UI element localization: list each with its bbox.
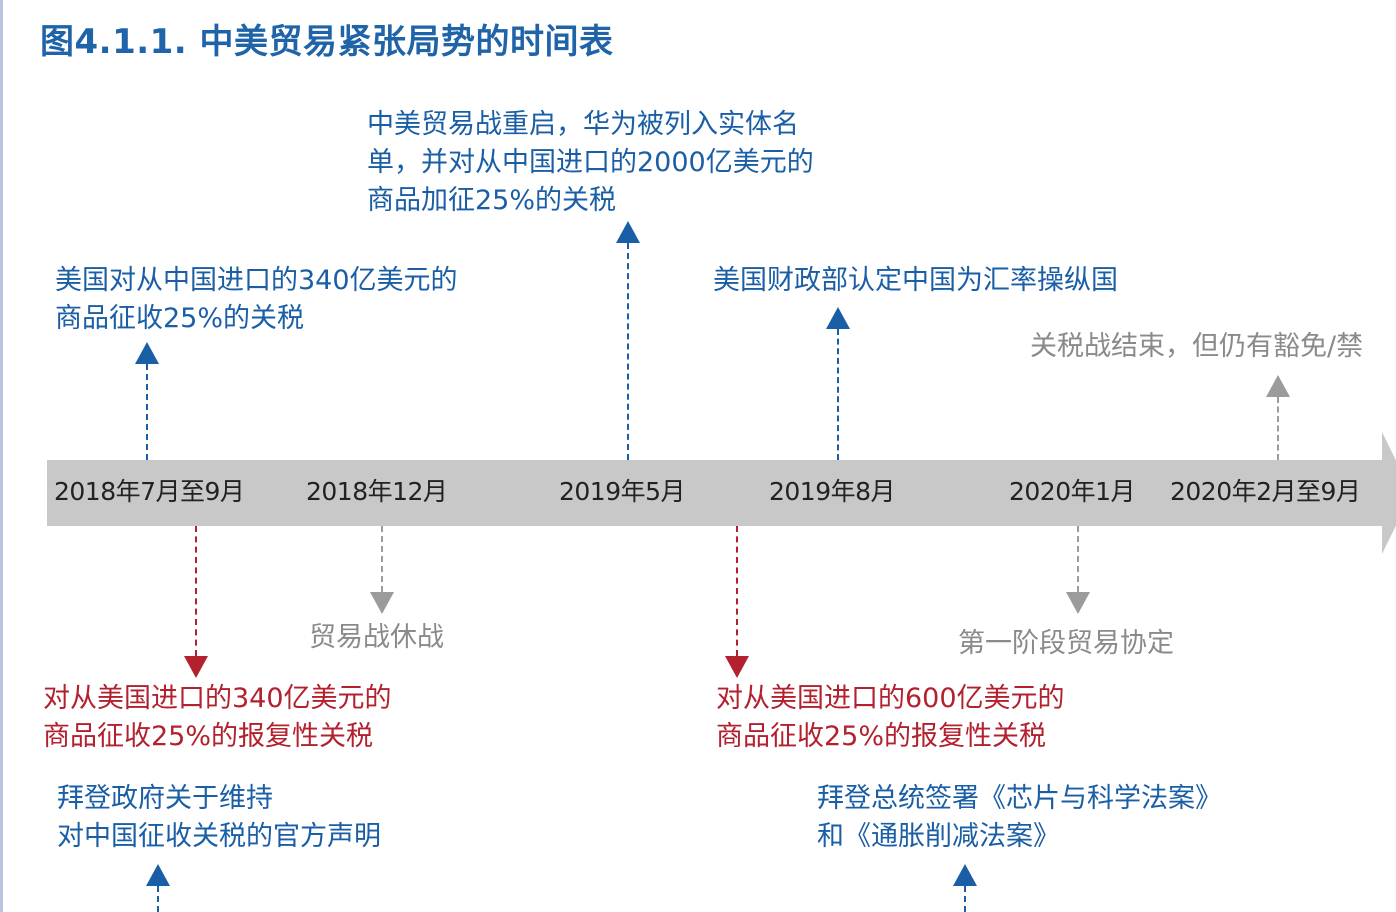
event-line: 第一阶段贸易协定 xyxy=(958,628,1174,659)
event-line: 美国对从中国进口的340亿美元的 xyxy=(55,265,458,296)
timeline-figure: 图4.1.1. 中美贸易紧张局势的时间表 美国对从中国进口的340亿美元的 商品… xyxy=(0,0,1396,912)
date-2020-feb-sep: 2020年2月至9月 xyxy=(1170,477,1361,506)
date-2018-jul-sep: 2018年7月至9月 xyxy=(54,477,245,506)
arrow-down-icon xyxy=(725,656,749,678)
event-phase-one: 第一阶段贸易协定 xyxy=(958,625,1174,663)
event-line: 中美贸易战重启，华为被列入实体名 xyxy=(367,109,799,140)
event-line: 商品征收25%的关税 xyxy=(55,303,305,334)
dashed-connector xyxy=(1077,526,1079,592)
event-trade-war-restart: 中美贸易战重启，华为被列入实体名 单，并对从中国进口的2000亿美元的 商品加征… xyxy=(367,106,814,220)
event-line: 拜登总统签署《芯片与科学法案》 xyxy=(817,783,1222,814)
arrow-up-icon xyxy=(953,864,977,886)
dashed-connector xyxy=(964,886,966,912)
arrow-up-icon xyxy=(1266,375,1290,397)
arrow-down-icon xyxy=(1066,592,1090,614)
dashed-connector xyxy=(627,243,629,460)
event-line: 关税战结束，但仍有豁免/禁 xyxy=(1030,331,1364,362)
event-tariff-war-end: 关税战结束，但仍有豁免/禁 xyxy=(1030,328,1363,366)
timeline-arrowhead-icon xyxy=(1382,432,1396,554)
event-line: 商品加征25%的关税 xyxy=(367,185,617,216)
event-line: 商品征收25%的报复性关税 xyxy=(43,721,374,752)
event-currency-manipulator: 美国财政部认定中国为汇率操纵国 xyxy=(713,262,1118,300)
event-line: 商品征收25%的报复性关税 xyxy=(716,721,1047,752)
event-line: 单，并对从中国进口的2000亿美元的 xyxy=(367,147,814,178)
dashed-connector xyxy=(146,364,148,460)
event-us-340: 美国对从中国进口的340亿美元的 商品征收25%的关税 xyxy=(55,262,458,338)
event-truce: 贸易战休战 xyxy=(309,619,444,657)
event-line: 对从美国进口的600亿美元的 xyxy=(716,683,1065,714)
dashed-connector xyxy=(736,526,738,656)
dashed-connector xyxy=(157,886,159,912)
event-line: 对从美国进口的340亿美元的 xyxy=(43,683,392,714)
event-line: 贸易战休战 xyxy=(309,622,444,653)
arrow-down-icon xyxy=(370,592,394,614)
event-line: 对中国征收关税的官方声明 xyxy=(57,821,381,852)
date-2020-jan: 2020年1月 xyxy=(1009,477,1136,506)
event-china-340: 对从美国进口的340亿美元的 商品征收25%的报复性关税 xyxy=(43,680,392,756)
figure-title: 图4.1.1. 中美贸易紧张局势的时间表 xyxy=(40,22,614,62)
date-2019-aug: 2019年8月 xyxy=(769,477,896,506)
dashed-connector xyxy=(837,329,839,460)
arrow-up-icon xyxy=(616,221,640,243)
event-china-600: 对从美国进口的600亿美元的 商品征收25%的报复性关税 xyxy=(716,680,1065,756)
event-biden-tariffs: 拜登政府关于维持 对中国征收关税的官方声明 xyxy=(57,780,381,856)
event-line: 拜登政府关于维持 xyxy=(57,783,273,814)
date-2019-may: 2019年5月 xyxy=(559,477,686,506)
arrow-up-icon xyxy=(135,342,159,364)
dashed-connector xyxy=(1277,397,1279,460)
dashed-connector xyxy=(195,526,197,656)
left-border xyxy=(0,0,3,912)
event-line: 美国财政部认定中国为汇率操纵国 xyxy=(713,265,1118,296)
arrow-up-icon xyxy=(826,307,850,329)
date-2018-dec: 2018年12月 xyxy=(306,477,448,506)
arrow-down-icon xyxy=(184,656,208,678)
dashed-connector xyxy=(381,526,383,592)
event-chips-act: 拜登总统签署《芯片与科学法案》 和《通胀削减法案》 xyxy=(817,780,1222,856)
event-line: 和《通胀削减法案》 xyxy=(817,821,1060,852)
arrow-up-icon xyxy=(146,864,170,886)
